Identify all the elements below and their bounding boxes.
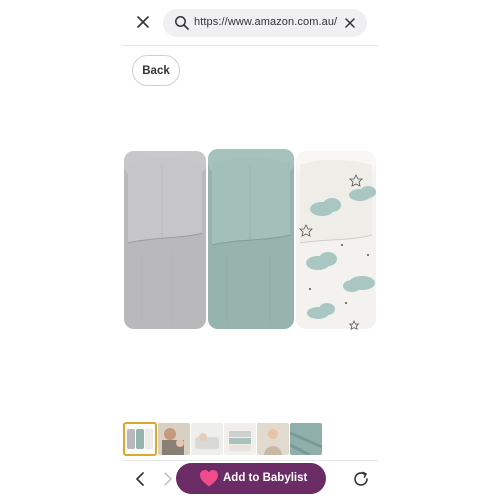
- product-image[interactable]: [122, 143, 378, 335]
- grey-blanket-roll: [124, 151, 206, 329]
- add-to-babylist-button[interactable]: Add to Babylist: [176, 463, 326, 494]
- clear-icon[interactable]: [342, 15, 358, 31]
- sage-blanket-roll: [208, 149, 294, 329]
- heart-icon: [200, 470, 218, 487]
- url-text[interactable]: https://www.amazon.com.au/: [194, 16, 337, 28]
- thumbnail-teal-blanket[interactable]: [290, 423, 322, 455]
- thumbnail-baby-wrapped[interactable]: [257, 423, 289, 455]
- add-to-babylist-label: Add to Babylist: [223, 472, 308, 484]
- url-bar[interactable]: https://www.amazon.com.au/: [163, 9, 367, 37]
- cloud-print-blanket-roll: [296, 151, 376, 330]
- thumbnail-folded-blankets[interactable]: [224, 423, 256, 455]
- back-button[interactable]: Back: [132, 55, 180, 86]
- chevron-right-icon[interactable]: [159, 470, 175, 488]
- search-icon: [175, 16, 189, 30]
- thumbnail-blanket-rolls[interactable]: [123, 422, 157, 456]
- chevron-left-icon[interactable]: [133, 470, 149, 488]
- close-icon[interactable]: [133, 12, 153, 32]
- reload-icon[interactable]: [351, 469, 371, 489]
- thumbnail-baby-sleeping[interactable]: [191, 423, 223, 455]
- thumbnail-parent-baby[interactable]: [158, 423, 190, 455]
